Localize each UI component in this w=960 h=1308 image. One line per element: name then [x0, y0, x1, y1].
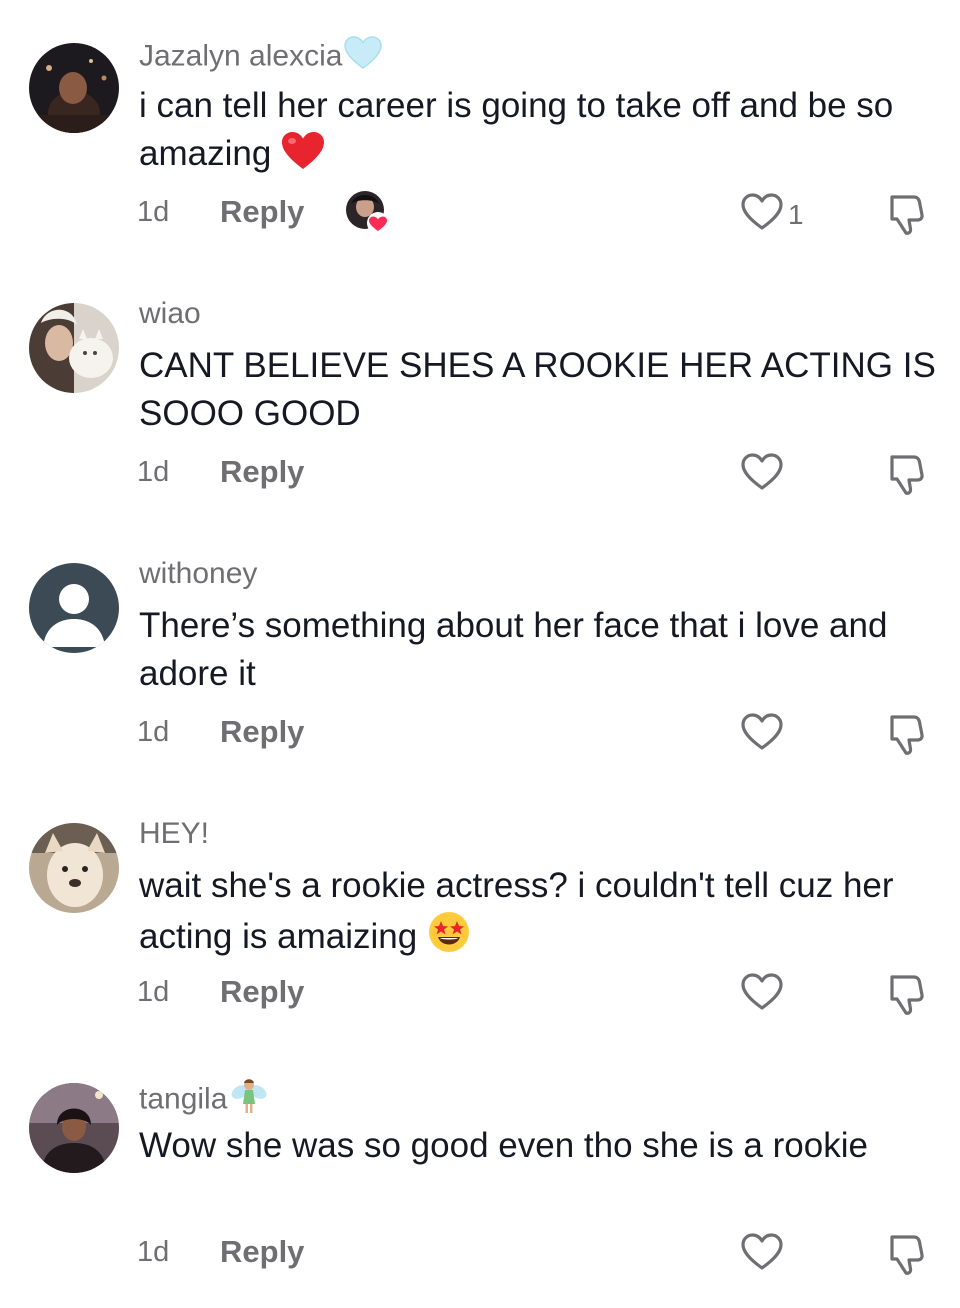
- light-blue-heart-icon: [344, 36, 383, 79]
- avatar[interactable]: [29, 43, 119, 133]
- thumbs-down-icon: [886, 455, 926, 501]
- like-button[interactable]: [740, 972, 788, 1017]
- fairy-emoji: [229, 1076, 269, 1125]
- reply-button[interactable]: Reply: [220, 194, 304, 230]
- username-text[interactable]: wiao: [139, 297, 201, 330]
- heart-outline-icon: [740, 192, 784, 237]
- comment-item: HEY! wait she's a rookie actress? i coul…: [0, 780, 960, 1040]
- comment-timestamp: 1d: [137, 1236, 170, 1268]
- comment-text-content: There’s something about her face that i …: [139, 606, 888, 693]
- avatar[interactable]: [29, 303, 119, 393]
- comment-text: i can tell her career is going to take o…: [139, 82, 939, 184]
- thumbs-down-icon: [886, 1235, 926, 1281]
- red-heart-emoji: [281, 131, 325, 184]
- comment-item: wiao CANT BELIEVE SHES A ROOKIE HER ACTI…: [0, 260, 960, 520]
- comment-text-content: i can tell her career is going to take o…: [139, 86, 894, 173]
- comment-text: Wow she was so good even tho she is a ro…: [139, 1122, 939, 1170]
- thumbs-down-icon: [886, 975, 926, 1021]
- username-text[interactable]: withoney: [139, 557, 257, 590]
- star-struck-emoji: [427, 910, 471, 967]
- like-button[interactable]: [740, 452, 788, 497]
- comment-timestamp: 1d: [137, 716, 170, 748]
- like-count: 1: [788, 198, 804, 230]
- comment-text-content: wait she's a rookie actress? i couldn't …: [139, 866, 894, 956]
- comment-text: There’s something about her face that i …: [139, 602, 939, 698]
- thumbs-down-icon: [886, 715, 926, 761]
- dislike-button[interactable]: [886, 453, 926, 502]
- username-text[interactable]: HEY!: [139, 817, 209, 850]
- username[interactable]: wiao: [139, 296, 201, 332]
- comment-text: wait she's a rookie actress? i couldn't …: [139, 862, 939, 967]
- heart-outline-icon: [740, 1232, 784, 1277]
- comment-timestamp: 1d: [137, 196, 170, 228]
- avatar[interactable]: [29, 823, 119, 913]
- reply-button[interactable]: Reply: [220, 454, 304, 490]
- username-text[interactable]: Jazalyn alexcia: [139, 39, 342, 72]
- reply-button[interactable]: Reply: [220, 974, 304, 1010]
- username-text[interactable]: tangila: [139, 1082, 227, 1115]
- comment-timestamp: 1d: [137, 456, 170, 488]
- avatar[interactable]: [29, 563, 119, 653]
- like-button[interactable]: [740, 712, 788, 757]
- dislike-button[interactable]: [886, 713, 926, 762]
- heart-outline-icon: [740, 972, 784, 1017]
- dislike-button[interactable]: [886, 193, 926, 242]
- username[interactable]: tangila: [139, 1076, 269, 1125]
- comment-item: withoney There’s something about her fac…: [0, 520, 960, 780]
- comment-text-content: CANT BELIEVE SHES A ROOKIE HER ACTING IS…: [139, 346, 936, 433]
- like-button[interactable]: [740, 1232, 788, 1277]
- comment-text: CANT BELIEVE SHES A ROOKIE HER ACTING IS…: [139, 342, 939, 438]
- dislike-button[interactable]: [886, 1233, 926, 1282]
- heart-outline-icon: [740, 452, 784, 497]
- comment-text-content: Wow she was so good even tho she is a ro…: [139, 1126, 868, 1165]
- creator-liked-icon: [345, 190, 391, 236]
- heart-outline-icon: [740, 712, 784, 757]
- like-button[interactable]: 1: [740, 192, 804, 237]
- username[interactable]: Jazalyn alexcia: [139, 36, 383, 79]
- dislike-button[interactable]: [886, 973, 926, 1022]
- thumbs-down-icon: [886, 195, 926, 241]
- username[interactable]: withoney: [139, 556, 257, 592]
- comment-item: tangila Wow she was so good even tho she…: [0, 1040, 960, 1300]
- reply-button[interactable]: Reply: [220, 714, 304, 750]
- reply-button[interactable]: Reply: [220, 1234, 304, 1270]
- username[interactable]: HEY!: [139, 816, 209, 852]
- avatar[interactable]: [29, 1083, 119, 1173]
- comment-timestamp: 1d: [137, 976, 170, 1008]
- comment-item: Jazalyn alexcia i can tell her career is…: [0, 0, 960, 260]
